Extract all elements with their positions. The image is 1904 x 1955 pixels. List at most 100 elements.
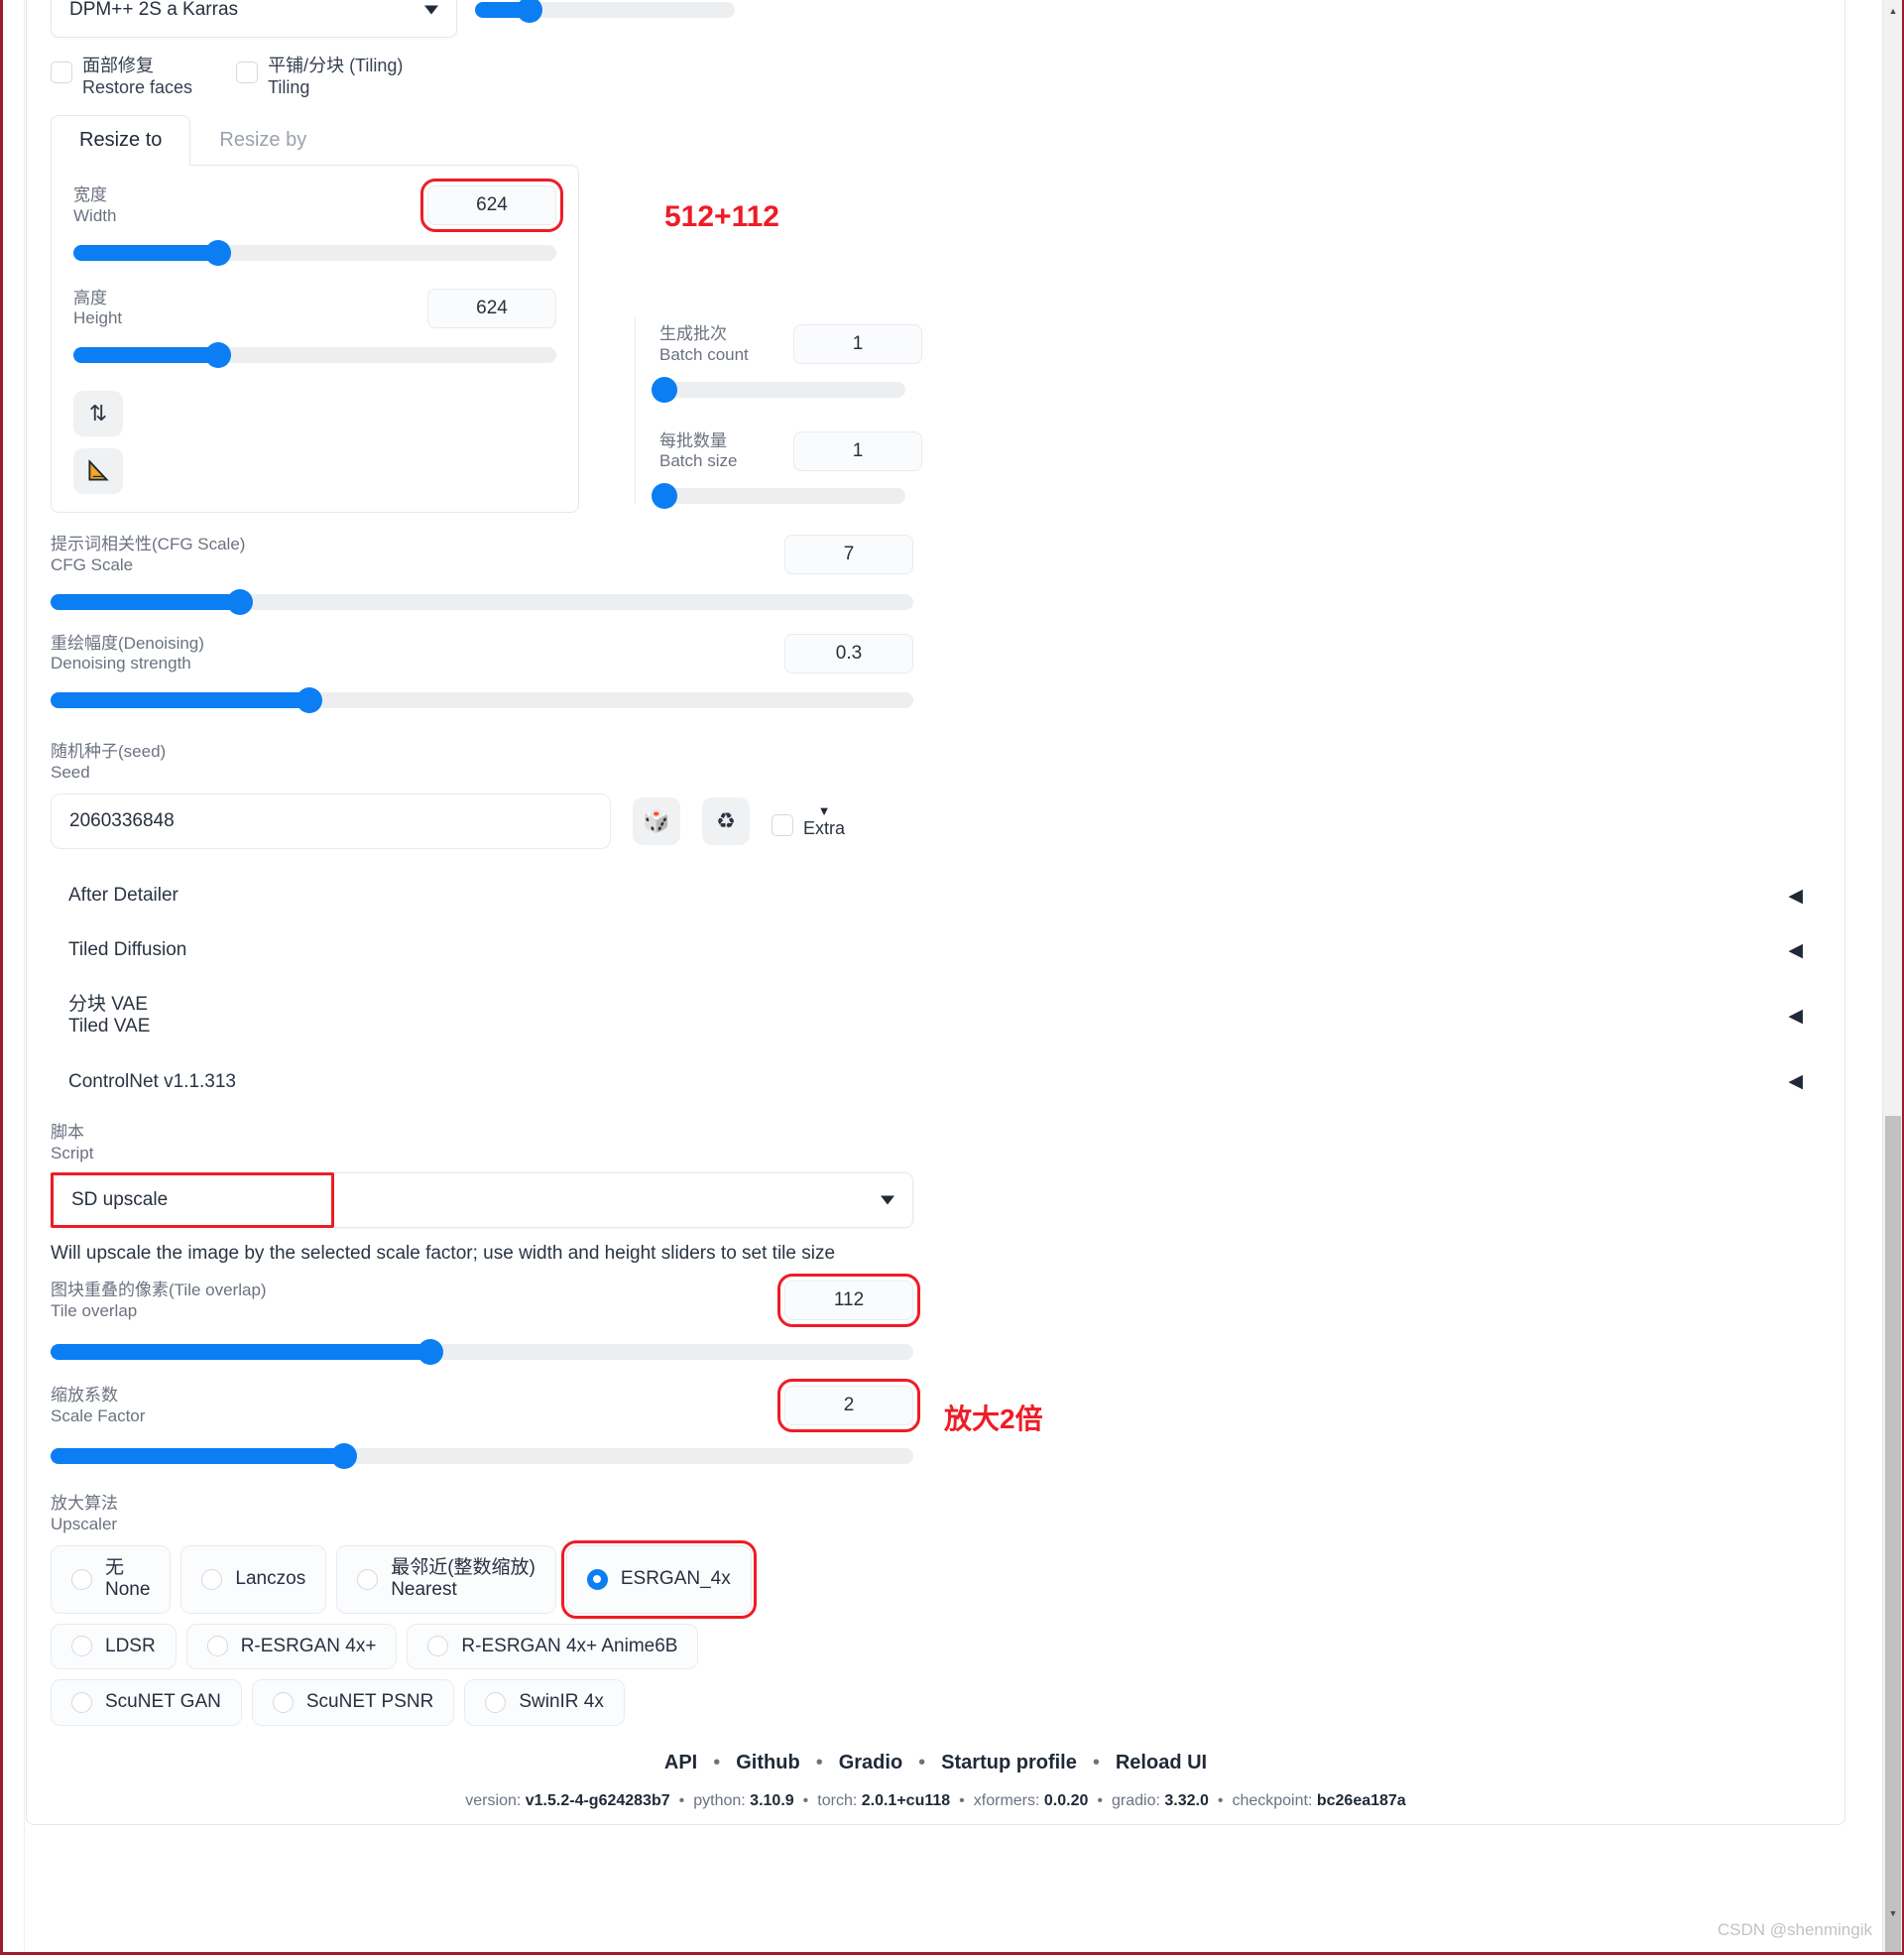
- extra-label: Extra: [803, 818, 846, 839]
- script-selected-value[interactable]: SD upscale: [51, 1171, 334, 1228]
- swap-dimensions-button[interactable]: ⇅: [73, 391, 123, 437]
- sampling-method-value: DPM++ 2S a Karras: [69, 0, 239, 20]
- img2img-settings-panel: DPM++ 2S a Karras 面部修复 Restore faces 平铺/…: [26, 0, 1845, 1825]
- width-label-cn: 宽度: [73, 185, 107, 205]
- upscaler-option-nearest[interactable]: 最邻近(整数缩放) Nearest: [336, 1544, 556, 1614]
- batch-size-slider[interactable]: [651, 483, 905, 510]
- upscaler-option-label: Lanczos: [235, 1568, 306, 1590]
- restore-faces-checkbox[interactable]: [51, 61, 72, 83]
- seed-input[interactable]: 2060336848: [51, 793, 611, 849]
- upscaler-option-none[interactable]: 无 None: [51, 1544, 172, 1614]
- batch-size-row: 每批数量 Batch size 1: [659, 424, 922, 472]
- scale-factor-annotation: 放大2倍: [944, 1403, 1043, 1434]
- triangle-left-icon[interactable]: ◀: [1788, 939, 1803, 962]
- restore-faces-checkbox-item[interactable]: 面部修复 Restore faces: [51, 56, 192, 98]
- footer-link-api[interactable]: API: [664, 1752, 697, 1773]
- tiling-checkbox-item[interactable]: 平铺/分块 (Tiling) Tiling: [236, 56, 403, 98]
- extra-seed-toggle[interactable]: ▼ Extra: [772, 804, 845, 837]
- scale-factor-slider[interactable]: [51, 1443, 913, 1470]
- cfg-scale-slider[interactable]: [51, 588, 913, 615]
- radio-icon[interactable]: [206, 1636, 228, 1657]
- cfg-scale-label-cn: 提示词相关性(CFG Scale): [51, 535, 246, 554]
- tab-resize-to[interactable]: Resize to: [51, 115, 191, 167]
- radio-icon[interactable]: [71, 1691, 92, 1713]
- scrollbar-thumb[interactable]: [1885, 1116, 1901, 1952]
- footer-link-gradio[interactable]: Gradio: [839, 1752, 902, 1773]
- tiling-checkbox[interactable]: [236, 61, 259, 83]
- footer-separator: •: [815, 1751, 823, 1773]
- accordion-controlnet[interactable]: ControlNet v1.1.313 ◀: [51, 1054, 1821, 1109]
- batch-count-input[interactable]: 1: [793, 324, 922, 365]
- accordion-tiled-vae[interactable]: 分块 VAE Tiled VAE ◀: [51, 978, 1821, 1055]
- chevron-down-icon: [881, 1195, 894, 1205]
- footer-version-separator: •: [802, 1791, 809, 1809]
- script-label-cn: 脚本: [51, 1123, 84, 1143]
- extra-checkbox[interactable]: [772, 814, 793, 837]
- upscaler-option-scunet-gan[interactable]: ScuNET GAN: [51, 1679, 242, 1726]
- height-value-input[interactable]: 624: [427, 288, 556, 328]
- accordion-after-detailer[interactable]: After Detailer ◀: [51, 869, 1821, 923]
- width-value-input[interactable]: 624: [420, 179, 563, 233]
- radio-icon[interactable]: [427, 1636, 449, 1657]
- cfg-scale-input[interactable]: 7: [784, 535, 913, 575]
- tile-overlap-label-en: Tile overlap: [51, 1301, 138, 1321]
- batch-size-input[interactable]: 1: [793, 430, 922, 471]
- radio-icon[interactable]: [272, 1691, 294, 1713]
- triangle-left-icon[interactable]: ◀: [1788, 1070, 1803, 1093]
- accordion-tiled-diffusion-label: Tiled Diffusion: [68, 939, 187, 961]
- tab-resize-by[interactable]: Resize by: [190, 115, 335, 166]
- denoising-slider[interactable]: [51, 687, 913, 714]
- upscaler-option-label: R-ESRGAN 4x+: [240, 1635, 377, 1656]
- detect-size-button[interactable]: [73, 448, 123, 495]
- scale-factor-input[interactable]: 2: [777, 1378, 920, 1432]
- tiling-label-en: Tiling: [268, 76, 310, 97]
- footer-links: API • Github • Gradio • Startup profile • Reload…: [27, 1752, 1844, 1774]
- radio-icon[interactable]: [485, 1691, 507, 1713]
- upscaler-option-esrgan-4x[interactable]: ESRGAN_4x: [560, 1539, 757, 1619]
- upscaler-option-r-esrgan-4x-anime6b[interactable]: R-ESRGAN 4x+ Anime6B: [407, 1623, 699, 1670]
- upscaler-option-r-esrgan-4x-[interactable]: R-ESRGAN 4x+: [185, 1623, 398, 1670]
- radio-icon[interactable]: [71, 1568, 92, 1590]
- footer-link-reload-ui[interactable]: Reload UI: [1116, 1752, 1207, 1773]
- batch-count-slider[interactable]: [651, 376, 905, 403]
- random-seed-button[interactable]: 🎲: [633, 796, 680, 845]
- accordion-tiled-diffusion[interactable]: Tiled Diffusion ◀: [51, 923, 1821, 978]
- tile-overlap-input[interactable]: 112: [777, 1274, 920, 1328]
- height-field-row: 高度 Height 624: [73, 288, 556, 329]
- triangle-left-icon[interactable]: ◀: [1788, 885, 1803, 908]
- footer-version-value: 2.0.1+cu118: [861, 1791, 951, 1809]
- scale-factor-label-cn: 缩放系数: [51, 1385, 118, 1405]
- scroll-down-arrow-icon[interactable]: ▼: [1883, 1904, 1902, 1922]
- radio-icon[interactable]: [357, 1568, 379, 1590]
- batch-count-label-en: Batch count: [659, 344, 749, 364]
- footer-separator: •: [1092, 1751, 1100, 1773]
- reuse-seed-button[interactable]: ♻: [702, 796, 750, 845]
- radio-icon[interactable]: [201, 1568, 223, 1590]
- footer-separator: •: [918, 1751, 926, 1773]
- upscaler-option-label: R-ESRGAN 4x+ Anime6B: [461, 1635, 678, 1656]
- triangle-left-icon[interactable]: ◀: [1788, 1005, 1803, 1028]
- sampling-method-dropdown[interactable]: DPM++ 2S a Karras: [51, 0, 457, 38]
- footer-link-github[interactable]: Github: [736, 1752, 799, 1773]
- upscaler-option-swinir-4x[interactable]: SwinIR 4x: [464, 1679, 625, 1726]
- resize-to-panel: 宽度 Width 624 高度 Height 624 ⇅: [51, 165, 579, 514]
- upscaler-option-lanczos[interactable]: Lanczos: [180, 1544, 327, 1614]
- denoising-input[interactable]: 0.3: [784, 633, 913, 673]
- sampling-steps-slider[interactable]: [475, 0, 735, 23]
- width-slider[interactable]: [73, 239, 556, 266]
- height-slider[interactable]: [73, 342, 556, 369]
- footer-version-separator: •: [678, 1791, 685, 1809]
- upscaler-option-scunet-psnr[interactable]: ScuNET PSNR: [251, 1679, 455, 1726]
- footer-version-value: 0.0.20: [1043, 1791, 1089, 1809]
- resize-tabbar: Resize to Resize by: [51, 114, 1821, 167]
- footer-link-startup-profile[interactable]: Startup profile: [941, 1752, 1077, 1773]
- footer-version-separator: •: [1217, 1791, 1224, 1809]
- radio-icon[interactable]: [586, 1568, 608, 1590]
- upscaler-option-ldsr[interactable]: LDSR: [51, 1623, 177, 1670]
- accordion-controlnet-label: ControlNet v1.1.313: [68, 1070, 236, 1092]
- scroll-up-arrow-icon[interactable]: ▲: [1883, 2, 1902, 20]
- radio-icon[interactable]: [71, 1636, 92, 1657]
- upscaler-radio-group: 无 None Lanczos 最邻近(整数缩放) Nearest ESRGAN_4x LDS…: [27, 1539, 899, 1726]
- tile-overlap-slider[interactable]: [51, 1338, 913, 1365]
- vertical-scrollbar[interactable]: ▲ ▼: [1882, 0, 1902, 1952]
